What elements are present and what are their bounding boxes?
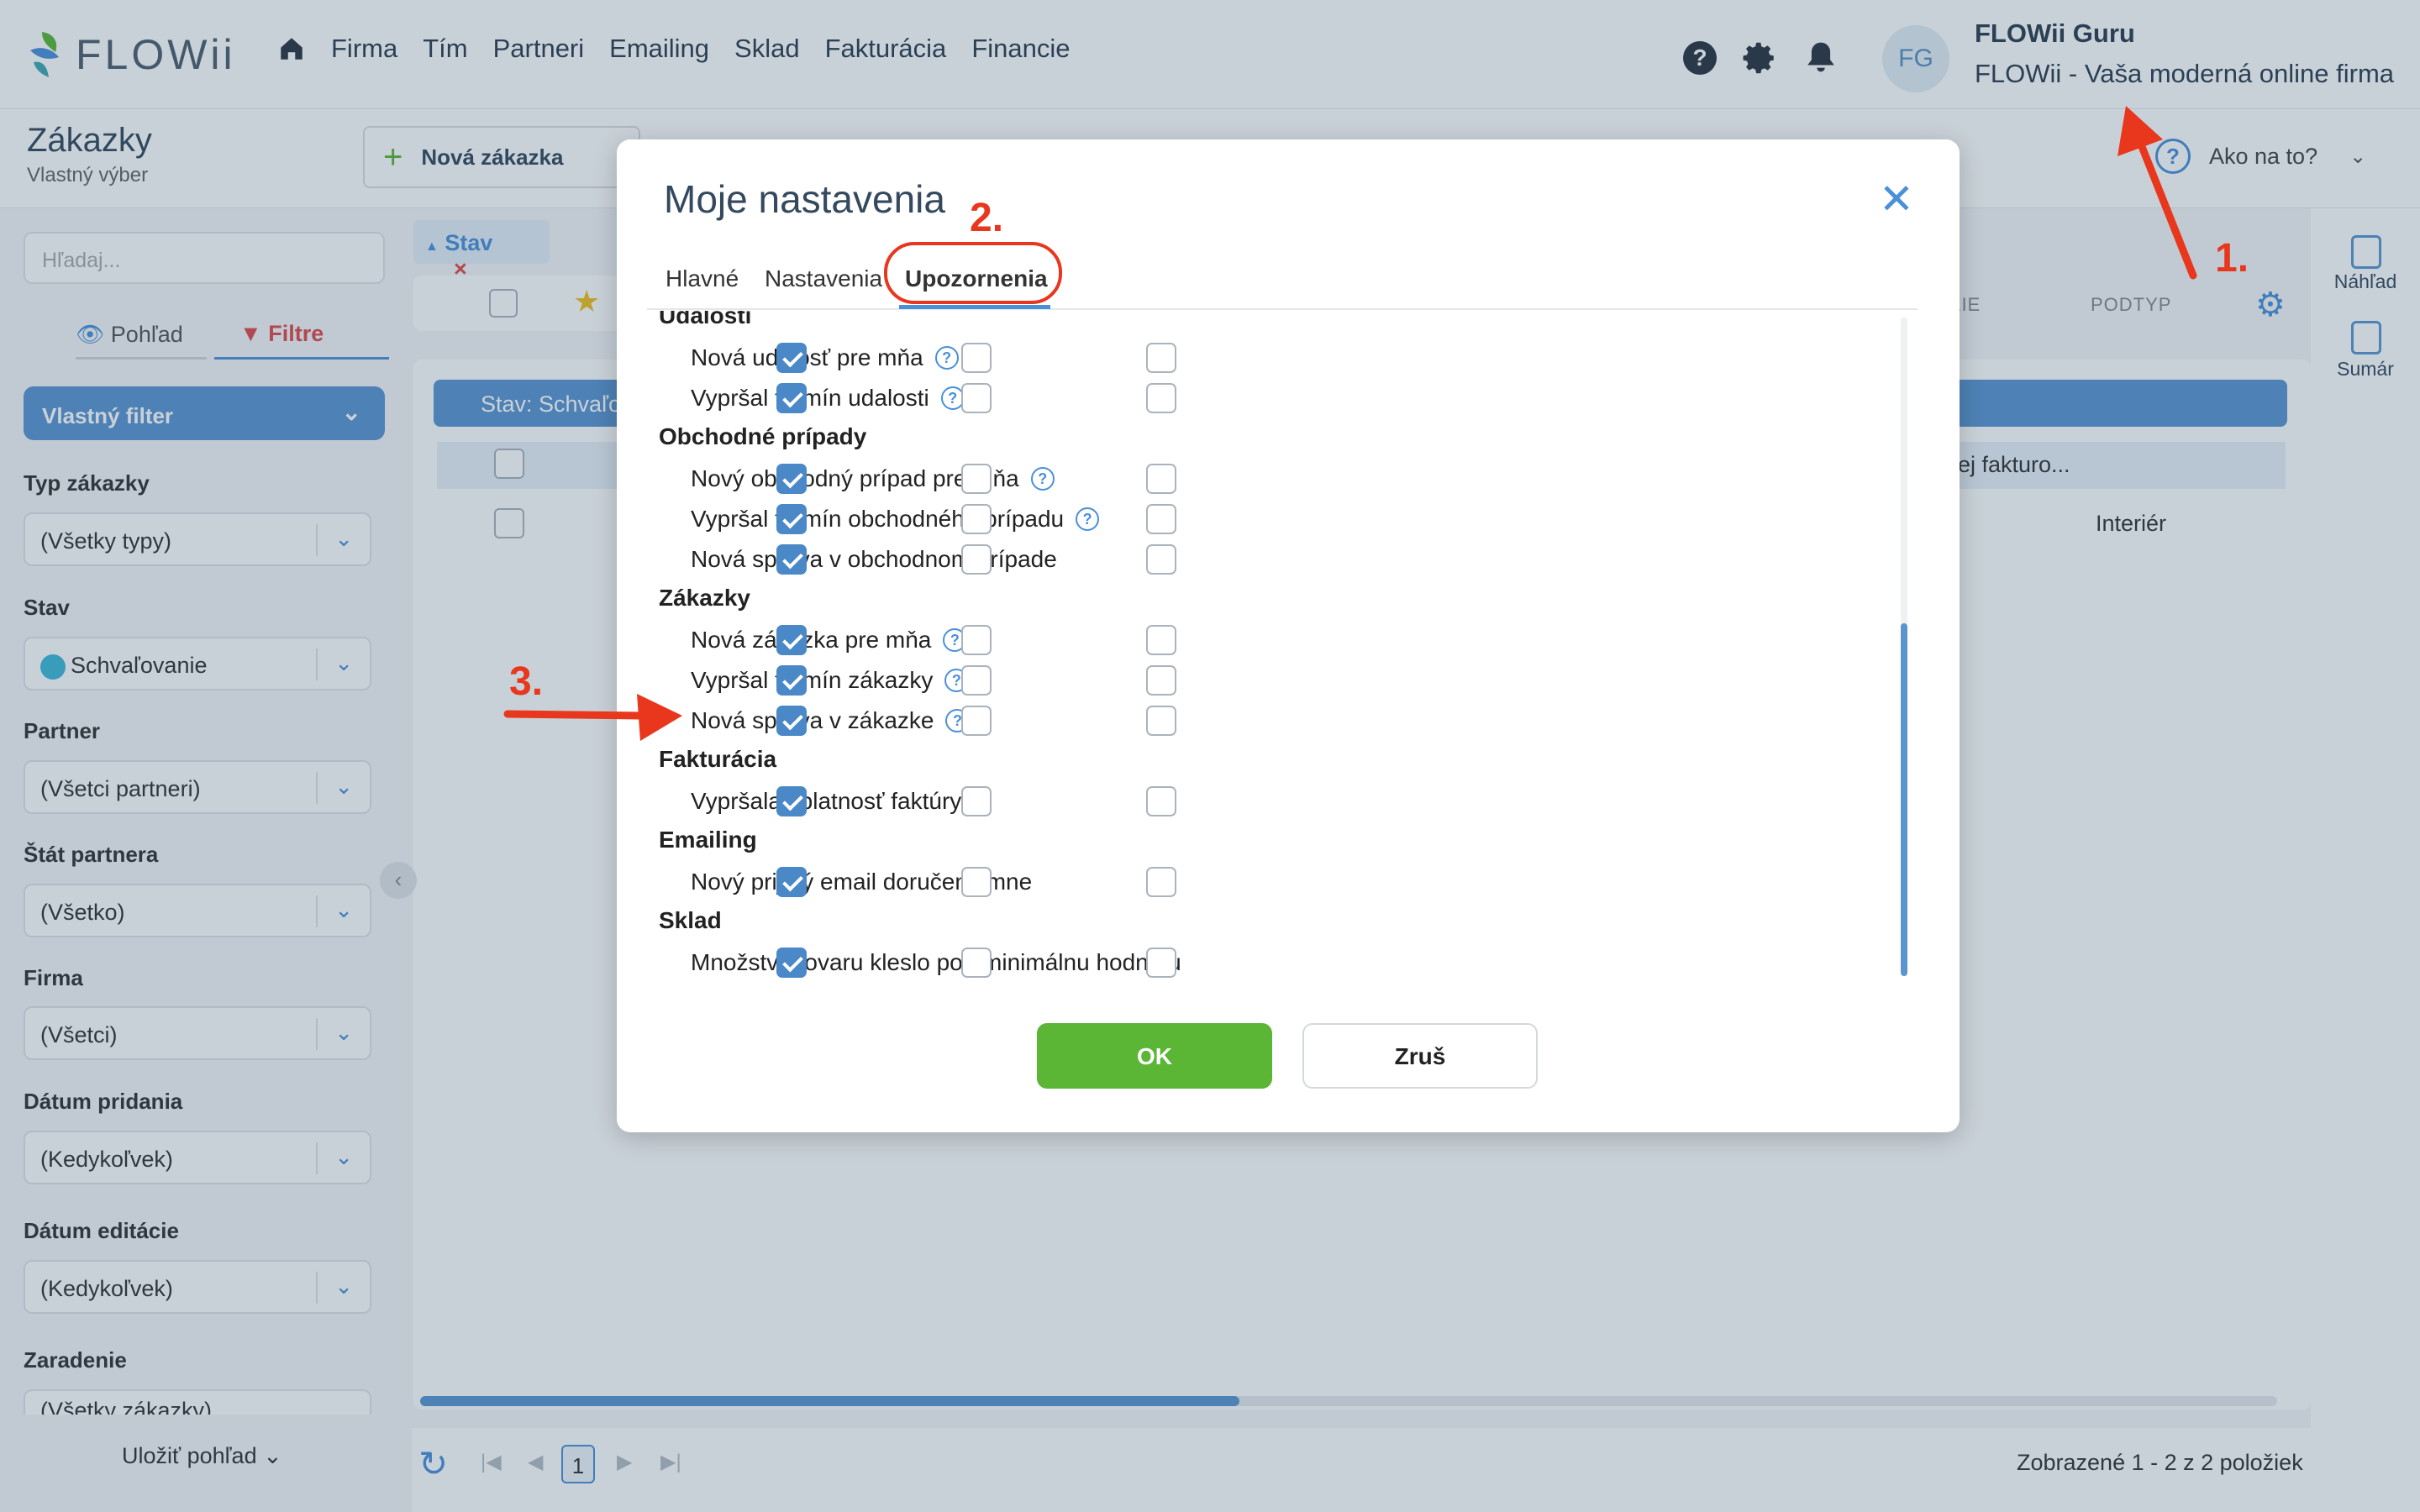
annotation-arrows xyxy=(503,106,2197,741)
